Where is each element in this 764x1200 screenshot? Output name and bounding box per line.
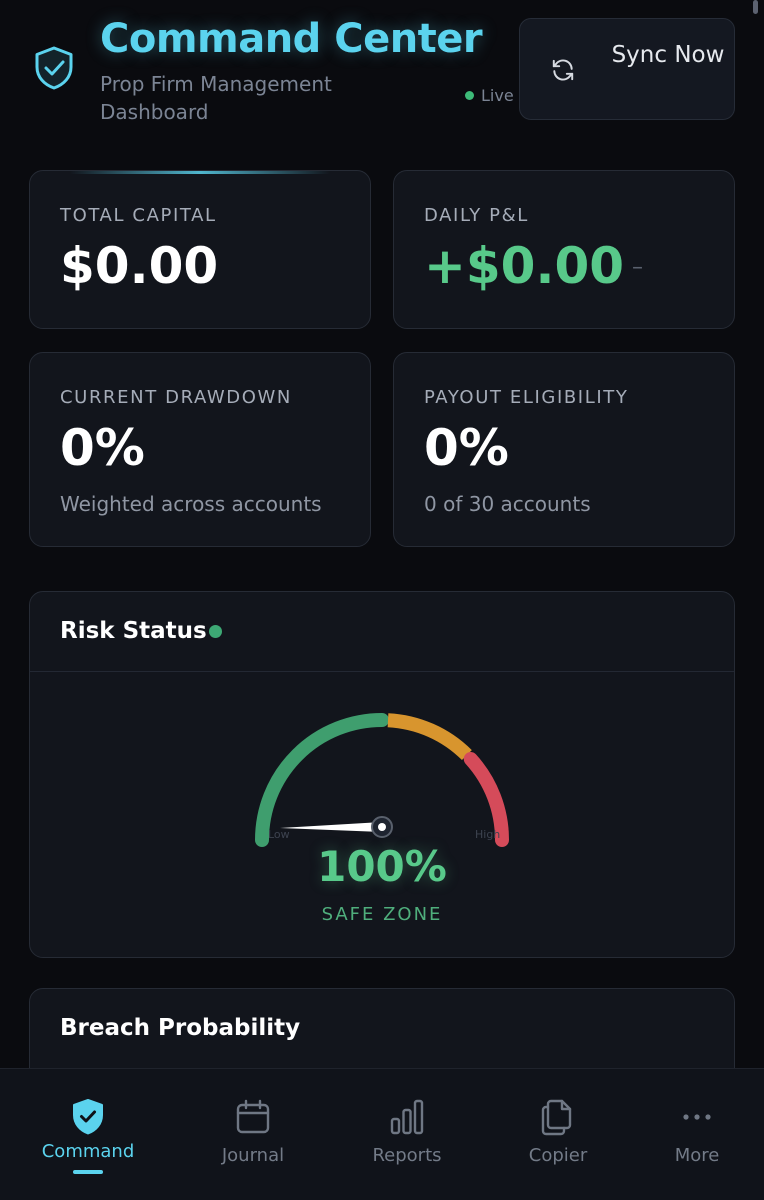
risk-percent: 100%: [317, 842, 447, 891]
scrollbar-thumb[interactable]: [753, 0, 758, 14]
tab-more[interactable]: More: [627, 1069, 764, 1200]
total-capital-label: TOTAL CAPITAL: [60, 205, 217, 226]
gauge-low-label: Low: [268, 828, 290, 841]
gauge-hub-center: [378, 823, 386, 831]
total-capital-card: TOTAL CAPITAL $0.00: [29, 170, 371, 329]
tab-copier[interactable]: Copier: [488, 1069, 628, 1200]
live-status: Live: [465, 86, 514, 105]
daily-pnl-label: DAILY P&L: [424, 205, 529, 226]
command-center-screen: Command Center Prop Firm Management Dash…: [0, 0, 764, 1200]
tab-copier-label: Copier: [528, 1145, 588, 1166]
shield-check-icon: [73, 1099, 103, 1135]
page-subtitle: Prop Firm Management Dashboard: [100, 72, 332, 124]
tab-command[interactable]: Command: [18, 1069, 158, 1200]
tab-reports[interactable]: Reports: [337, 1069, 477, 1200]
page-title: Command Center: [100, 16, 483, 62]
risk-status-card: Risk Status Low High 100% SAFE ZONE: [29, 591, 735, 958]
current-drawdown-sub: Weighted across accounts: [60, 492, 322, 516]
payout-eligibility-card: PAYOUT ELIGIBILITY 0% 0 of 30 accounts: [393, 352, 735, 547]
bar-chart-icon: [390, 1099, 424, 1135]
live-status-dot: [465, 91, 474, 100]
more-horizontal-icon: [683, 1114, 711, 1120]
payout-eligibility-value: 0%: [424, 419, 509, 477]
tab-journal-label: Journal: [221, 1145, 285, 1166]
shield-check-icon: [35, 46, 73, 90]
risk-zone-label: SAFE ZONE: [321, 904, 443, 925]
bottom-tab-bar: Command Journal Reports Copier More: [0, 1068, 764, 1200]
gauge-warn-arc: [387, 713, 472, 761]
risk-status-title: Risk Status: [60, 618, 207, 644]
sync-now-button[interactable]: Sync Now: [519, 18, 735, 120]
tab-more-label: More: [674, 1145, 720, 1166]
gauge-needle: [280, 822, 382, 832]
risk-status-dot: [209, 625, 222, 638]
tab-command-label: Command: [41, 1141, 135, 1162]
risk-gauge: Low High: [255, 713, 510, 847]
tab-journal[interactable]: Journal: [183, 1069, 323, 1200]
live-status-label: Live: [481, 86, 514, 105]
daily-pnl-change: –: [632, 255, 643, 280]
current-drawdown-label: CURRENT DRAWDOWN: [60, 387, 292, 408]
current-drawdown-card: CURRENT DRAWDOWN 0% Weighted across acco…: [29, 352, 371, 547]
current-drawdown-value: 0%: [60, 419, 145, 477]
daily-pnl-value: +$0.00: [424, 237, 625, 295]
copy-icon: [541, 1099, 572, 1136]
risk-status-divider: [30, 671, 734, 672]
daily-pnl-card: DAILY P&L +$0.00 –: [393, 170, 735, 329]
gauge-safe-arc: [255, 713, 389, 847]
sync-now-label: Sync Now: [611, 42, 725, 68]
payout-eligibility-label: PAYOUT ELIGIBILITY: [424, 387, 629, 408]
refresh-icon: [552, 59, 574, 81]
payout-eligibility-sub: 0 of 30 accounts: [424, 492, 591, 516]
total-capital-value: $0.00: [60, 237, 219, 295]
calendar-icon: [236, 1099, 270, 1134]
gauge-high-label: High: [475, 828, 500, 841]
tab-active-indicator: [73, 1170, 103, 1174]
tab-reports-label: Reports: [372, 1145, 442, 1166]
breach-probability-title: Breach Probability: [60, 1015, 301, 1041]
